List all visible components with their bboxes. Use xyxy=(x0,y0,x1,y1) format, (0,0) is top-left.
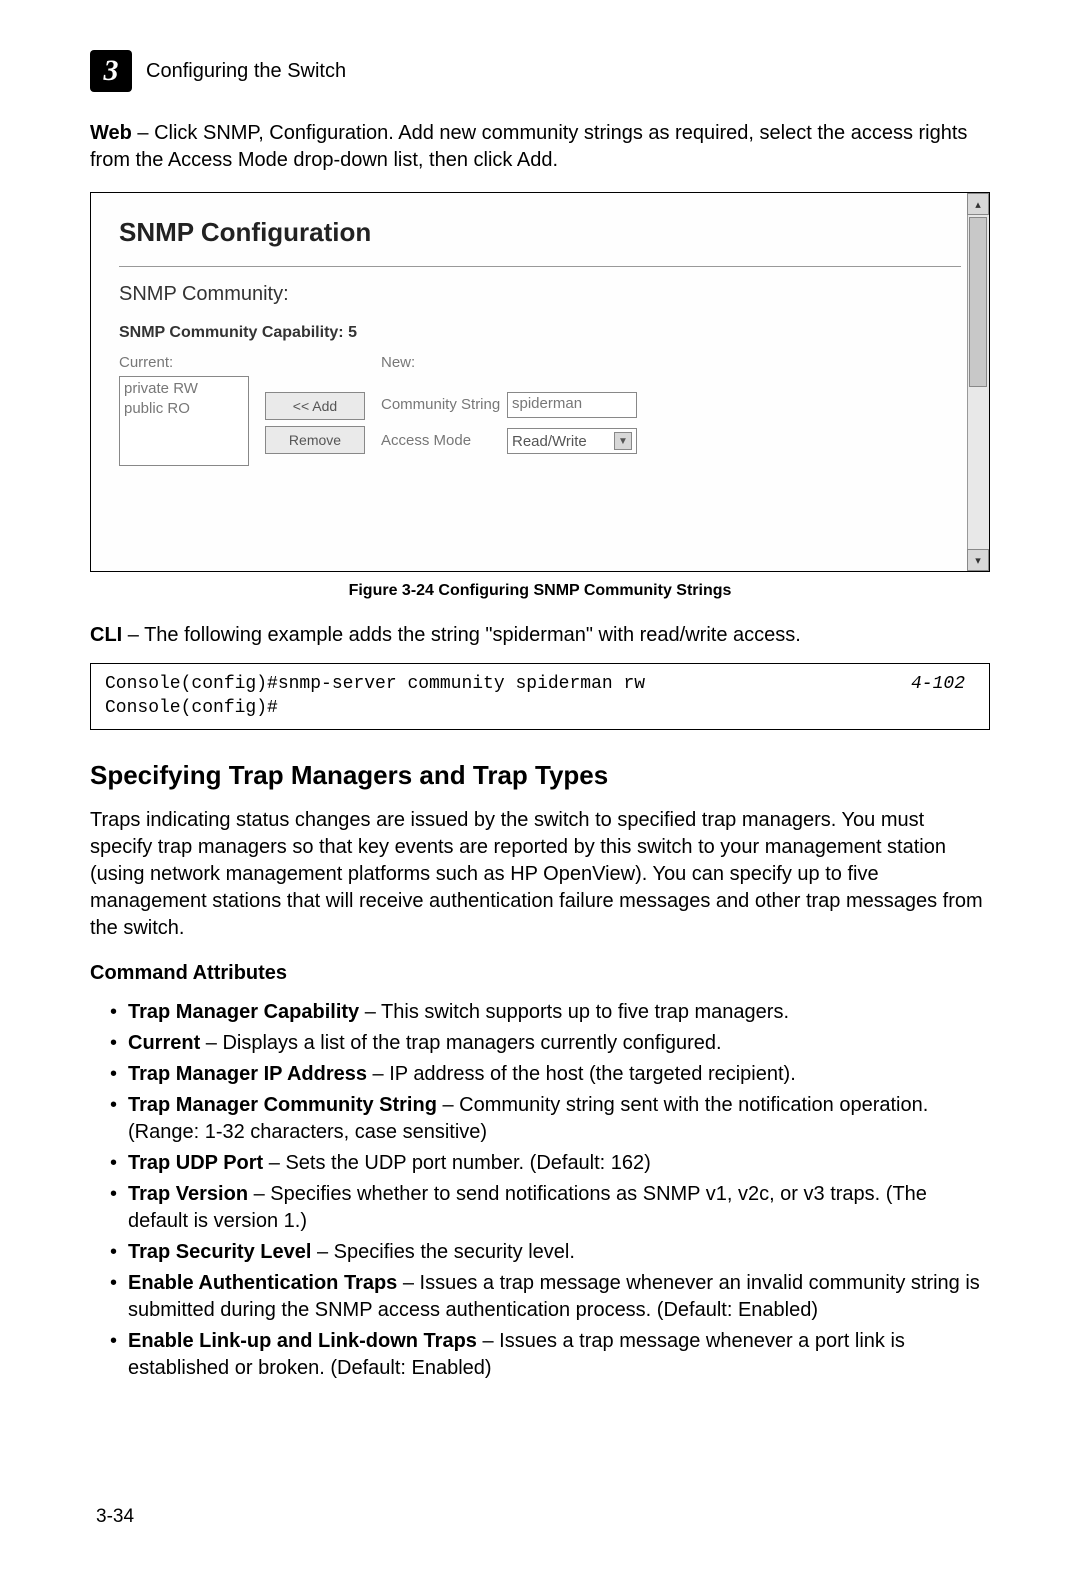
access-mode-value: Read/Write xyxy=(512,433,587,450)
list-item: Enable Link-up and Link-down Traps – Iss… xyxy=(110,1328,990,1382)
list-item: Trap Version – Specifies whether to send… xyxy=(110,1181,990,1235)
section-paragraph: Traps indicating status changes are issu… xyxy=(90,807,990,942)
new-label: New: xyxy=(381,354,415,371)
page-number: 3-34 xyxy=(96,1506,134,1528)
snmp-config-title: SNMP Configuration xyxy=(91,193,989,248)
list-item: Trap Manager Capability – This switch su… xyxy=(110,999,990,1026)
attr-desc: – Specifies whether to send notification… xyxy=(128,1183,927,1232)
cli-intro-paragraph: CLI – The following example adds the str… xyxy=(90,622,990,649)
attr-name: Trap Security Level xyxy=(128,1241,311,1263)
web-intro-paragraph: Web – Click SNMP, Configuration. Add new… xyxy=(90,120,990,174)
list-item: Trap Manager IP Address – IP address of … xyxy=(110,1061,990,1088)
command-attributes-list: Trap Manager Capability – This switch su… xyxy=(90,999,990,1382)
add-button[interactable]: << Add xyxy=(265,392,365,420)
remove-button[interactable]: Remove xyxy=(265,426,365,454)
chapter-number-box: 3 xyxy=(90,50,132,92)
figure-caption: Figure 3-24 Configuring SNMP Community S… xyxy=(90,582,990,600)
attr-name: Trap Manager Community String xyxy=(128,1094,437,1116)
cli-text: – The following example adds the string … xyxy=(122,624,801,646)
section-heading: Specifying Trap Managers and Trap Types xyxy=(90,760,990,791)
snmp-config-screenshot: ▴ ▾ SNMP Configuration SNMP Community: S… xyxy=(90,192,990,572)
chapter-title: Configuring the Switch xyxy=(146,60,346,83)
web-text: – Click SNMP, Configuration. Add new com… xyxy=(90,122,967,171)
attr-name: Current xyxy=(128,1032,200,1054)
code-page-ref: 4-102 xyxy=(911,672,965,696)
list-item[interactable]: private RW xyxy=(124,379,244,399)
list-item: Trap UDP Port – Sets the UDP port number… xyxy=(110,1150,990,1177)
code-line: Console(config)# xyxy=(105,696,975,720)
list-item: Current – Displays a list of the trap ma… xyxy=(110,1030,990,1057)
scroll-thumb[interactable] xyxy=(969,217,987,387)
list-item: Trap Security Level – Specifies the secu… xyxy=(110,1239,990,1266)
cli-label: CLI xyxy=(90,624,122,646)
attr-name: Trap UDP Port xyxy=(128,1152,263,1174)
scroll-up-button[interactable]: ▴ xyxy=(967,193,989,215)
page-header: 3 Configuring the Switch xyxy=(90,50,990,92)
attr-desc: – Specifies the security level. xyxy=(311,1241,574,1263)
attr-name: Trap Manager Capability xyxy=(128,1001,359,1023)
attr-desc: – Sets the UDP port number. (Default: 16… xyxy=(263,1152,651,1174)
list-item: Trap Manager Community String – Communit… xyxy=(110,1092,990,1146)
cli-code-box: Console(config)#snmp-server community sp… xyxy=(90,663,990,730)
web-label: Web xyxy=(90,122,132,144)
attr-desc: – IP address of the host (the targeted r… xyxy=(367,1063,796,1085)
attr-name: Trap Version xyxy=(128,1183,248,1205)
community-string-label: Community String xyxy=(381,396,500,413)
current-label: Current: xyxy=(119,354,173,371)
code-line: Console(config)#snmp-server community sp… xyxy=(105,672,975,696)
scrollbar-track[interactable]: ▴ ▾ xyxy=(967,193,989,571)
scroll-down-button[interactable]: ▾ xyxy=(967,549,989,571)
snmp-capability-label: SNMP Community Capability: 5 xyxy=(91,306,989,342)
attr-name: Trap Manager IP Address xyxy=(128,1063,367,1085)
attr-name: Enable Link-up and Link-down Traps xyxy=(128,1330,477,1352)
list-item[interactable]: public RO xyxy=(124,399,244,419)
chevron-down-icon[interactable]: ▼ xyxy=(614,432,632,450)
snmp-community-label: SNMP Community: xyxy=(91,267,989,306)
command-attributes-heading: Command Attributes xyxy=(90,962,990,985)
access-mode-label: Access Mode xyxy=(381,432,471,449)
chapter-number: 3 xyxy=(104,54,119,88)
access-mode-select[interactable]: Read/Write ▼ xyxy=(507,428,637,454)
attr-desc: – This switch supports up to five trap m… xyxy=(359,1001,789,1023)
attr-desc: – Displays a list of the trap managers c… xyxy=(200,1032,721,1054)
attr-name: Enable Authentication Traps xyxy=(128,1272,397,1294)
current-listbox[interactable]: private RW public RO xyxy=(119,376,249,466)
snmp-panel: Current: New: private RW public RO << Ad… xyxy=(119,354,961,494)
community-string-input[interactable]: spiderman xyxy=(507,392,637,418)
list-item: Enable Authentication Traps – Issues a t… xyxy=(110,1270,990,1324)
